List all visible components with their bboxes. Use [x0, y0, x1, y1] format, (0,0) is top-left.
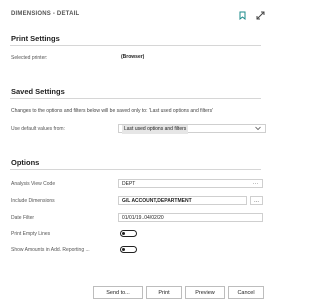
dialog-header: DIMENSIONS - DETAIL	[0, 0, 271, 22]
date-filter-label: Date Filter	[11, 215, 35, 221]
use-default-label: Use default values from:	[11, 126, 65, 132]
print-empty-lines-toggle[interactable]	[120, 230, 137, 237]
include-dimensions-label: Include Dimensions	[11, 198, 55, 204]
toggle-knob	[122, 232, 125, 235]
options-heading: Options	[11, 158, 40, 167]
print-settings-heading: Print Settings	[11, 34, 60, 43]
saved-settings-note: Changes to the options and filters below…	[11, 108, 214, 114]
lookup-icon[interactable]: ...	[252, 179, 259, 188]
dialog-title: DIMENSIONS - DETAIL	[11, 11, 80, 17]
include-dimensions-more-button[interactable]: ...	[250, 196, 263, 205]
analysis-view-code-label: Analysis View Code	[11, 181, 56, 187]
chevron-down-icon	[255, 126, 261, 135]
cancel-button[interactable]: Cancel	[228, 286, 264, 299]
include-dimensions-value: G/L ACCOUNT,DEPARTMENT	[122, 198, 192, 204]
header-actions	[237, 10, 265, 20]
toggle-knob	[122, 248, 125, 251]
section-divider	[10, 169, 261, 170]
show-amounts-toggle[interactable]	[120, 246, 137, 253]
expand-icon[interactable]	[255, 10, 265, 20]
selected-printer-text: (Browser)	[121, 54, 145, 60]
selected-printer-value[interactable]: (Browser)	[118, 53, 261, 62]
use-default-select[interactable]: Last used options and filters	[118, 124, 266, 135]
bookmark-icon[interactable]	[237, 10, 247, 20]
date-filter-input[interactable]: 01/01/19..04/02/20	[118, 213, 263, 222]
analysis-view-code-value: DEPT	[122, 181, 136, 187]
saved-settings-heading: Saved Settings	[11, 87, 65, 96]
send-to-button[interactable]: Send to...	[93, 286, 143, 299]
use-default-value: Last used options and filters	[122, 125, 189, 134]
selected-printer-label: Selected printer:	[11, 55, 48, 61]
analysis-view-code-field[interactable]: DEPT ...	[118, 179, 263, 188]
include-dimensions-field[interactable]: G/L ACCOUNT,DEPARTMENT	[118, 196, 247, 205]
show-amounts-label: Show Amounts in Add. Reporting ...	[11, 247, 90, 253]
section-divider	[10, 98, 261, 99]
preview-button[interactable]: Preview	[185, 286, 225, 299]
print-empty-lines-label: Print Empty Lines	[11, 231, 51, 237]
date-filter-value: 01/01/19..04/02/20	[122, 215, 164, 221]
print-button[interactable]: Print	[146, 286, 182, 299]
section-divider	[10, 45, 261, 46]
